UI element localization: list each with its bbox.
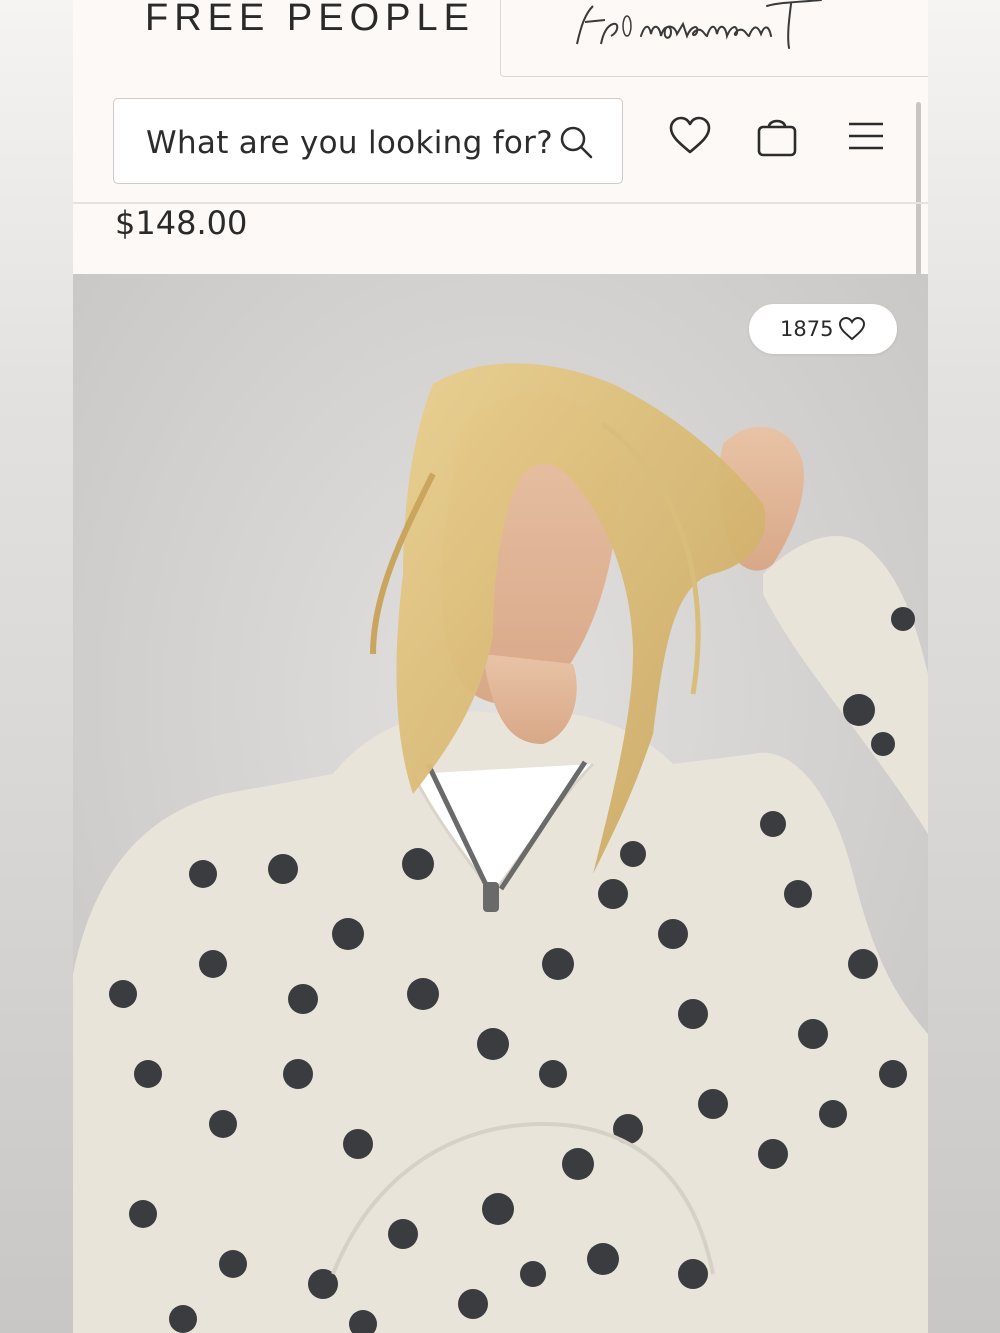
wishlist-heart-icon[interactable] xyxy=(668,114,712,158)
free-people-logo[interactable]: FREE PEOPLE xyxy=(145,0,475,38)
bag-icon[interactable] xyxy=(755,114,799,158)
fp-movement-tab[interactable] xyxy=(500,0,928,77)
product-photo-illustration xyxy=(73,274,928,1333)
search-input[interactable]: What are you looking for? xyxy=(113,98,623,184)
search-placeholder: What are you looking for? xyxy=(146,125,553,161)
menu-icon[interactable] xyxy=(845,114,889,158)
likes-count: 1875 xyxy=(780,317,834,341)
product-price: $148.00 xyxy=(115,204,248,242)
heart-icon xyxy=(838,316,866,342)
app-screen: FREE PEOPLE What are you looking for? $1… xyxy=(73,0,928,1333)
likes-pill[interactable]: 1875 xyxy=(749,304,897,354)
header-row: What are you looking for? xyxy=(73,96,928,188)
search-icon[interactable] xyxy=(558,124,594,160)
product-image[interactable]: 1875 xyxy=(73,274,928,1333)
fp-movement-logo xyxy=(571,0,861,66)
brand-bar: FREE PEOPLE xyxy=(73,0,928,78)
